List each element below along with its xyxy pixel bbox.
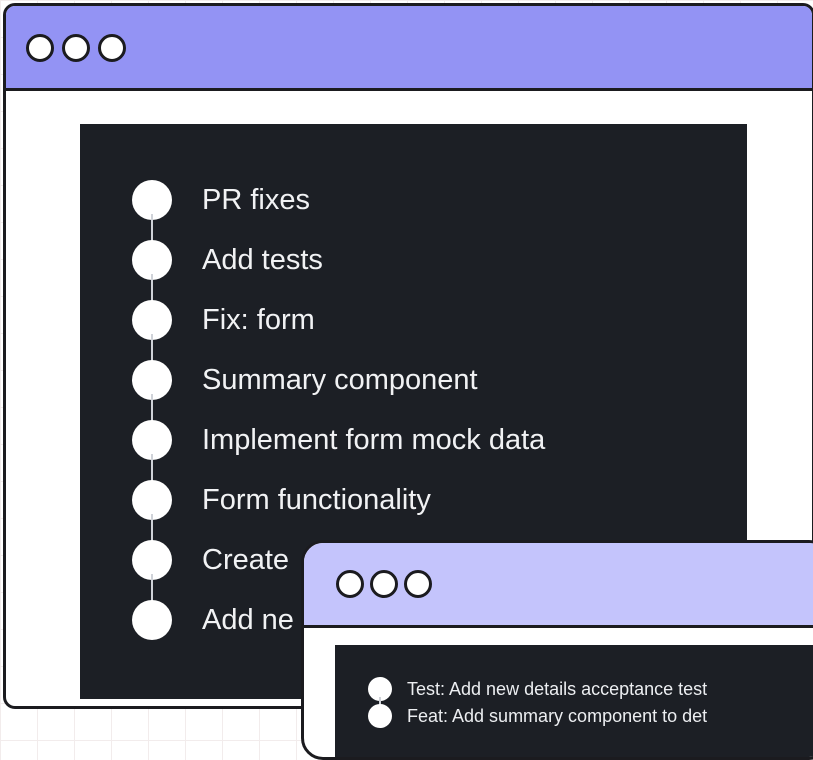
window-controls (26, 34, 126, 62)
commit-message: PR fixes (202, 184, 310, 216)
overlay-window: Test: Add new details acceptance test Fe… (301, 540, 813, 760)
window-controls (336, 570, 432, 598)
commit-node-icon (368, 704, 392, 728)
commit-item[interactable]: Feat: Add summary component to det (368, 704, 707, 731)
commit-message: Create (202, 544, 290, 576)
commit-message: Fix: form (202, 304, 315, 336)
overlay-commit-panel: Test: Add new details acceptance test Fe… (335, 645, 813, 757)
commit-item[interactable]: Form functionality (132, 480, 545, 544)
window-dot-3[interactable] (404, 570, 432, 598)
commit-item[interactable]: Implement form mock data (132, 420, 546, 484)
commit-item[interactable]: Fix: form (132, 300, 545, 364)
commit-message: Add ne (202, 604, 294, 636)
window-dot-2[interactable] (370, 570, 398, 598)
commit-message: Test: Add new details acceptance test (407, 679, 708, 699)
commit-message: Summary component (202, 364, 478, 396)
commit-item[interactable]: Summary component (132, 360, 545, 424)
commit-message: Feat: Add summary component to det (407, 706, 708, 726)
commit-item[interactable]: Add tests (132, 240, 545, 304)
overlay-window-titlebar[interactable] (304, 543, 813, 628)
overlay-commit-list: Test: Add new details acceptance test Fe… (368, 677, 707, 731)
window-dot-1[interactable] (26, 34, 54, 62)
commit-message: Implement form mock data (202, 424, 546, 456)
commit-item[interactable]: Test: Add new details acceptance test (368, 677, 708, 707)
commit-message: Add tests (202, 244, 323, 276)
window-dot-2[interactable] (62, 34, 90, 62)
window-dot-1[interactable] (336, 570, 364, 598)
window-dot-3[interactable] (98, 34, 126, 62)
commit-node-icon (132, 600, 172, 640)
commit-message: Form functionality (202, 484, 431, 516)
commit-item[interactable]: PR fixes (132, 180, 545, 244)
main-window-titlebar[interactable] (6, 6, 812, 91)
